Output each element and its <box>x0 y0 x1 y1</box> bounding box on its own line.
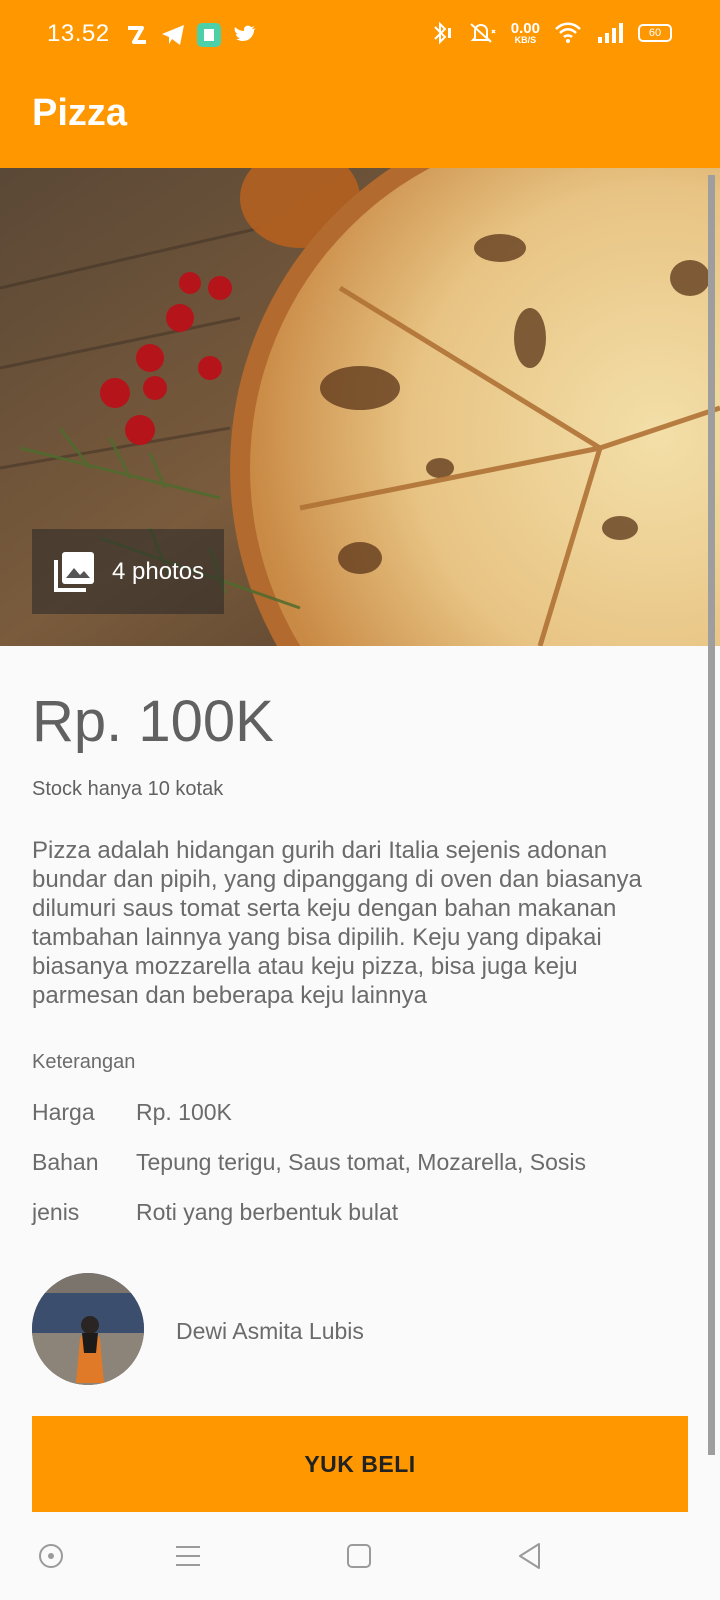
seller-name: Dewi Asmita Lubis <box>176 1318 364 1344</box>
stock-info: Stock hanya 10 kotak <box>32 778 224 800</box>
net-speed: 0.00 KB/S <box>511 21 540 45</box>
telegram-icon <box>162 25 184 45</box>
battery-icon: 60 <box>638 24 672 42</box>
detail-row-bahan: Bahan Tepung terigu, Saus tomat, Mozarel… <box>32 1149 586 1176</box>
app-bar: 13.52 0.00 KB/S 60 Pizza <box>0 0 720 168</box>
detail-key: Bahan <box>32 1149 99 1175</box>
signal-icon <box>598 23 623 43</box>
photos-button[interactable]: 4 photos <box>32 529 224 614</box>
photos-count-label: 4 photos <box>112 557 205 585</box>
page-title: Pizza <box>32 92 128 134</box>
detail-value: Roti yang berbentuk bulat <box>136 1199 399 1225</box>
net-speed-unit: KB/S <box>514 35 537 45</box>
product-price: Rp. 100K <box>32 689 274 754</box>
detail-value: Rp. 100K <box>136 1099 232 1125</box>
status-bar: 13.52 0.00 KB/S 60 <box>0 0 720 72</box>
detail-row-harga: Harga Rp. 100K <box>32 1099 232 1126</box>
wifi-icon <box>555 22 581 43</box>
twitter-icon <box>234 25 256 41</box>
avatar-photo <box>32 1273 144 1385</box>
scrollbar[interactable] <box>708 175 715 1455</box>
sync-icon <box>128 26 146 44</box>
system-nav-bar <box>0 1512 720 1600</box>
battery-level: 60 <box>648 27 662 39</box>
square-icon[interactable] <box>343 1540 375 1572</box>
net-speed-value: 0.00 <box>510 20 540 37</box>
detail-key: Harga <box>32 1099 95 1125</box>
buy-button[interactable]: YUK BELI <box>32 1416 688 1512</box>
menu-icon[interactable] <box>172 1540 204 1572</box>
detail-value: Tepung terigu, Saus tomat, Mozarella, So… <box>136 1149 587 1175</box>
product-description: Pizza adalah hidangan gurih dari Italia … <box>32 837 642 1009</box>
photo-library-icon <box>54 551 94 592</box>
bluetooth-icon <box>434 21 451 45</box>
app-icon <box>197 23 221 47</box>
detail-key: jenis <box>32 1199 80 1225</box>
mute-icon <box>470 23 496 43</box>
detail-row-jenis: jenis Roti yang berbentuk bulat <box>32 1199 398 1226</box>
details-heading: Keterangan <box>32 1051 136 1073</box>
home-circle-icon[interactable] <box>35 1540 67 1572</box>
seller-avatar[interactable] <box>32 1273 144 1385</box>
status-time: 13.52 <box>47 20 110 47</box>
back-triangle-icon[interactable] <box>514 1540 546 1572</box>
